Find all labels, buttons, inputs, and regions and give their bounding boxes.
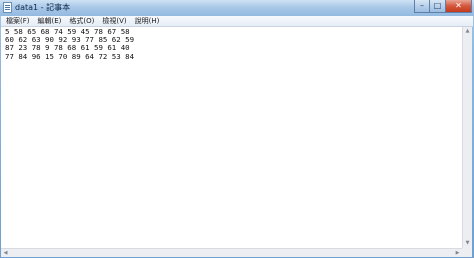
minimize-button[interactable]: – bbox=[414, 0, 430, 13]
scroll-right-icon[interactable]: ▶ bbox=[453, 249, 462, 257]
horizontal-scrollbar[interactable]: ◀ ▶ bbox=[1, 248, 462, 257]
scroll-down-icon[interactable]: ▼ bbox=[463, 239, 472, 248]
vertical-scrollbar[interactable]: ▲ ▼ bbox=[462, 27, 472, 248]
menu-bar: 檔案(F) 編輯(E) 格式(O) 檢視(V) 說明(H) bbox=[1, 16, 473, 27]
notepad-window: data1 - 記事本 – □ ✕ 檔案(F) 編輯(E) 格式(O) 檢視(V… bbox=[0, 0, 474, 258]
caption-buttons: – □ ✕ bbox=[414, 0, 472, 13]
menu-view[interactable]: 檢視(V) bbox=[98, 16, 130, 26]
window-title: data1 - 記事本 bbox=[15, 3, 71, 12]
title-bar[interactable]: data1 - 記事本 – □ ✕ bbox=[0, 0, 474, 16]
menu-format[interactable]: 格式(O) bbox=[65, 16, 98, 26]
text-editor-area[interactable]: 5 58 65 68 74 59 45 78 67 58 60 62 63 90… bbox=[1, 27, 462, 248]
scroll-left-icon[interactable]: ◀ bbox=[1, 249, 10, 257]
close-button[interactable]: ✕ bbox=[446, 0, 472, 13]
editor-content[interactable]: 5 58 65 68 74 59 45 78 67 58 60 62 63 90… bbox=[1, 27, 462, 61]
menu-edit[interactable]: 編輯(E) bbox=[34, 16, 66, 26]
resize-grip[interactable] bbox=[462, 248, 472, 257]
notepad-icon[interactable] bbox=[3, 2, 12, 13]
menu-help[interactable]: 說明(H) bbox=[131, 16, 164, 26]
menu-file[interactable]: 檔案(F) bbox=[1, 16, 34, 26]
scroll-up-icon[interactable]: ▲ bbox=[463, 27, 472, 36]
maximize-button[interactable]: □ bbox=[430, 0, 446, 13]
